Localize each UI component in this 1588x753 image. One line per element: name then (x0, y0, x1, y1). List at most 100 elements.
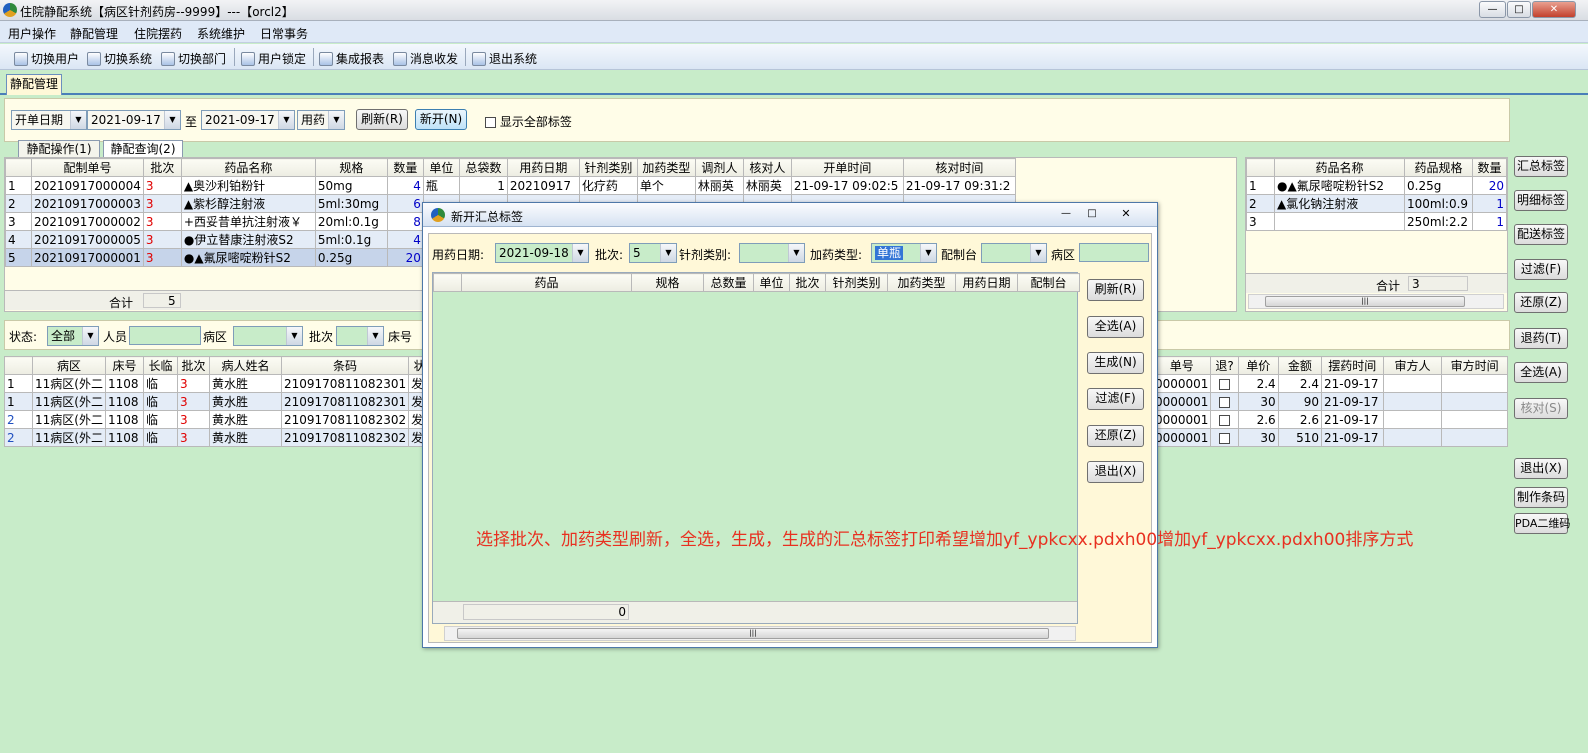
col-header[interactable]: 条码 (280, 356, 410, 375)
make-barcode-button[interactable]: 制作条码 (1514, 487, 1568, 508)
col-header[interactable]: 加药类型 (887, 273, 956, 292)
col-header[interactable]: 药品名称 (1274, 158, 1405, 177)
tab-iv-query[interactable]: 静配查询(2) (103, 140, 183, 158)
table-row[interactable]: 1 ●▲氟尿嘧啶粉针S2 0.25g 20 (1246, 176, 1507, 195)
dialog-close-button[interactable]: ✕ (1113, 207, 1139, 222)
col-header[interactable]: 数量 (386, 158, 424, 177)
dialog-minimize-button[interactable]: — (1055, 207, 1077, 222)
dialog-station-select[interactable]: ▼ (981, 243, 1047, 263)
col-header[interactable]: 核对时间 (902, 158, 1016, 177)
dialog-maximize-button[interactable]: □ (1081, 207, 1103, 222)
col-header[interactable]: 单号 (1152, 356, 1212, 375)
refresh-button[interactable]: 刷新(R) (356, 109, 408, 130)
switch-department-button[interactable]: 切换部门 (161, 50, 226, 67)
checkbox-box[interactable] (485, 117, 496, 128)
col-header[interactable]: 核对人 (742, 158, 792, 177)
dialog-select-all-button[interactable]: 全选(A) (1087, 316, 1144, 338)
table-row[interactable]: 211病区(外二1108临3黄水胜2109170811082302发药 (4, 428, 444, 447)
table-row[interactable]: 211病区(外二1108临3黄水胜2109170811082302发药 (4, 410, 444, 429)
menu-daily-affairs[interactable]: 日常事务 (260, 25, 308, 42)
exit-system-button[interactable]: 退出系统 (472, 50, 537, 67)
col-header[interactable]: 病区 (32, 356, 106, 375)
table-row[interactable]: 0000001 30 510 21-09-17 (1152, 428, 1508, 447)
col-header[interactable]: 数量 (1472, 158, 1507, 177)
return-checkbox[interactable] (1210, 428, 1239, 447)
verify-button[interactable]: 核对(S) (1514, 398, 1568, 419)
col-header[interactable]: 规格 (631, 273, 704, 292)
exit-button[interactable]: 退出(X) (1514, 458, 1568, 479)
filter-button[interactable]: 过滤(F) (1514, 259, 1568, 280)
minimize-button[interactable]: — (1479, 1, 1506, 18)
date-type-select[interactable]: 开单日期 ▼ (11, 110, 87, 130)
col-header[interactable]: 批次 (142, 158, 182, 177)
checkbox-box[interactable] (1219, 396, 1231, 408)
col-header[interactable]: 配制台 (1017, 273, 1080, 292)
dialog-batch-select[interactable]: 5 ▼ (629, 243, 677, 263)
show-all-labels-checkbox[interactable]: 显示全部标签 (485, 113, 572, 130)
col-header[interactable]: 病人姓名 (208, 356, 282, 375)
dialog-add-type-select[interactable]: 单瓶 ▼ (871, 243, 937, 263)
table-row[interactable]: 0000001 30 90 21-09-17 (1152, 392, 1508, 411)
select-all-button[interactable]: 全选(A) (1514, 362, 1568, 383)
col-header[interactable]: 调剂人 (694, 158, 744, 177)
col-header[interactable] (1246, 158, 1275, 177)
person-input[interactable] (129, 326, 201, 345)
col-header[interactable]: 批次 (789, 273, 826, 292)
col-header[interactable]: 针剂类别 (578, 158, 638, 177)
dialog-ward-input[interactable] (1079, 243, 1149, 262)
col-header[interactable]: 配制单号 (31, 158, 144, 177)
col-header[interactable] (4, 356, 33, 375)
col-header[interactable]: 单位 (422, 158, 460, 177)
tab-iv-management[interactable]: 静配管理 (6, 74, 62, 95)
dialog-filter-button[interactable]: 过滤(F) (1087, 388, 1144, 410)
return-checkbox[interactable] (1210, 392, 1239, 411)
return-checkbox[interactable] (1210, 410, 1239, 429)
tab-iv-operation[interactable]: 静配操作(1) (18, 140, 100, 158)
col-header[interactable]: 用药日期 (955, 273, 1018, 292)
col-header[interactable]: 总数量 (703, 273, 754, 292)
col-header[interactable]: 规格 (314, 158, 388, 177)
col-header[interactable]: 药品规格 (1404, 158, 1473, 177)
return-checkbox[interactable] (1210, 374, 1239, 393)
dialog-date-picker[interactable]: 2021-09-18 ▼ (495, 243, 589, 263)
date-from-picker[interactable]: 2021-09-17 ▼ (87, 110, 181, 130)
pda-qrcode-button[interactable]: PDA二维码 (1514, 513, 1570, 534)
col-header[interactable]: 单位 (753, 273, 790, 292)
usage-select[interactable]: 用药 ▼ (297, 110, 345, 130)
switch-system-button[interactable]: 切换系统 (87, 50, 152, 67)
switch-user-button[interactable]: 切换用户 (14, 50, 79, 67)
dialog-refresh-button[interactable]: 刷新(R) (1087, 279, 1144, 301)
status-select[interactable]: 全部 ▼ (47, 326, 99, 346)
col-header[interactable]: 金额 (1277, 356, 1323, 375)
checkbox-box[interactable] (1219, 414, 1231, 426)
messages-button[interactable]: 消息收发 (393, 50, 458, 67)
col-header[interactable]: 单价 (1237, 356, 1279, 375)
dialog-restore-button[interactable]: 还原(Z) (1087, 425, 1144, 447)
close-button[interactable]: ✕ (1532, 1, 1576, 18)
table-row[interactable]: 0000001 2.4 2.4 21-09-17 (1152, 374, 1508, 393)
table-row[interactable]: 111病区(外二1108临3黄水胜2109170811082301发药 (4, 392, 444, 411)
menu-system-maintenance[interactable]: 系统维护 (197, 25, 245, 42)
batch-select[interactable]: ▼ (336, 326, 384, 346)
checkbox-box[interactable] (1219, 378, 1231, 390)
col-header[interactable]: 审方时间 (1441, 356, 1508, 375)
dialog-generate-button[interactable]: 生成(N) (1087, 352, 1144, 374)
col-header[interactable]: 加药类型 (636, 158, 696, 177)
horizontal-scrollbar[interactable]: ||| (1248, 294, 1504, 309)
lock-user-button[interactable]: 用户锁定 (241, 50, 306, 67)
maximize-button[interactable]: □ (1507, 1, 1531, 18)
table-row[interactable]: 3 250ml:2.2 1 (1246, 212, 1507, 231)
col-header[interactable]: 批次 (176, 356, 210, 375)
col-header[interactable]: 开单时间 (790, 158, 904, 177)
table-row[interactable]: 1 20210917000004 3 ▲奥沙利铂粉针 50mg 4 瓶 1 20210917 化疗… (5, 176, 1016, 195)
table-row[interactable]: 0000001 2.6 2.6 21-09-17 (1152, 410, 1508, 429)
checkbox-box[interactable] (1219, 432, 1231, 444)
col-header[interactable]: 药品名称 (180, 158, 316, 177)
menu-user-ops[interactable]: 用户操作 (8, 25, 56, 42)
menu-iv-management[interactable]: 静配管理 (70, 25, 118, 42)
return-drug-button[interactable]: 退药(T) (1514, 328, 1568, 349)
menu-inpatient-dispense[interactable]: 住院摆药 (134, 25, 182, 42)
detail-label-button[interactable]: 明细标签 (1514, 190, 1568, 211)
dialog-injection-type-select[interactable]: ▼ (739, 243, 805, 263)
col-header[interactable] (433, 273, 462, 292)
